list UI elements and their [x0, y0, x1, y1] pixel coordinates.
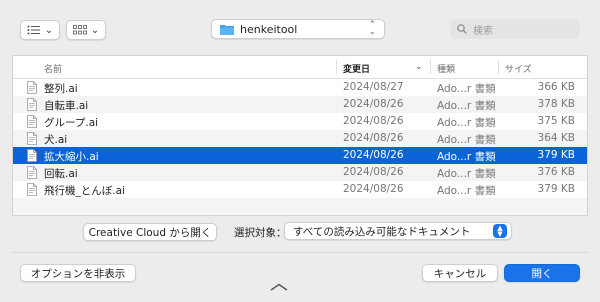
hide-options-button[interactable]: オプションを非表示 [20, 264, 136, 282]
file-name: 犬.ai [44, 134, 68, 146]
file-size: 364 KB [537, 132, 575, 144]
file-date: 2024/08/26 [343, 115, 404, 127]
chevron-down-icon: ⌄ [44, 24, 54, 36]
file-type: Ado...r 書類 [437, 100, 496, 112]
document-icon [27, 149, 37, 162]
file-date: 2024/08/26 [343, 166, 404, 178]
divider [12, 252, 588, 253]
file-row[interactable]: 回転.ai 2024/08/26 Ado...r 書類 376 KB [13, 164, 587, 181]
file-type: Ado...r 書類 [437, 151, 496, 163]
collapse-chevron-icon[interactable] [270, 283, 288, 291]
document-icon [27, 115, 37, 128]
file-date: 2024/08/27 [343, 81, 404, 93]
file-size: 378 KB [537, 98, 575, 110]
document-icon [27, 98, 37, 111]
file-row[interactable]: グループ.ai 2024/08/26 Ado...r 書類 375 KB [13, 113, 587, 130]
file-list-header: 名前 変更日 ⌄ 種類 サイズ [13, 56, 587, 79]
file-date: 2024/08/26 [343, 132, 404, 144]
file-name: 自転車.ai [44, 100, 89, 112]
file-type: Ado...r 書類 [437, 168, 496, 180]
folder-icon [220, 24, 234, 35]
location-name: henkeitool [240, 22, 298, 36]
document-icon [27, 183, 37, 196]
file-row[interactable]: 拡大縮小.ai 2024/08/26 Ado...r 書類 379 KB [13, 147, 587, 164]
file-row[interactable]: 自転車.ai 2024/08/26 Ado...r 書類 378 KB [13, 96, 587, 113]
updown-chevron-icon: ⌃ ⌄ [368, 20, 376, 37]
view-grid-button[interactable]: ⌄ [66, 20, 106, 40]
file-size: 379 KB [537, 149, 575, 161]
document-icon [27, 132, 37, 145]
file-row[interactable]: 整列.ai 2024/08/27 Ado...r 書類 366 KB [13, 79, 587, 96]
file-name: グループ.ai [44, 117, 99, 129]
file-type: Ado...r 書類 [437, 134, 496, 146]
document-icon [27, 81, 37, 94]
file-size: 375 KB [537, 115, 575, 127]
file-size: 379 KB [537, 183, 575, 195]
open-button[interactable]: 開く [504, 264, 580, 282]
open-from-creative-cloud-button[interactable]: Creative Cloud から開く [83, 223, 217, 241]
view-list-button[interactable]: ⌄ [20, 20, 60, 40]
updown-chevron-icon: ▲ ▼ [493, 224, 507, 238]
file-type: Ado...r 書類 [437, 185, 496, 197]
file-size: 366 KB [537, 81, 575, 93]
file-type: Ado...r 書類 [437, 117, 496, 129]
column-size[interactable]: サイズ [505, 62, 532, 75]
cancel-button[interactable]: キャンセル [422, 264, 498, 282]
search-field[interactable]: 検索 [450, 19, 580, 39]
file-type-value: すべての読み込み可能なドキュメント [293, 225, 471, 238]
grid-icon [72, 25, 87, 35]
file-rows: 整列.ai 2024/08/27 Ado...r 書類 366 KB 自転車.ai 202… [13, 79, 587, 215]
empty-row [13, 198, 587, 215]
search-icon [457, 24, 467, 34]
file-list[interactable]: 名前 変更日 ⌄ 種類 サイズ 整列.ai 2024/08/27 Ado...r 書… [12, 55, 588, 216]
file-name: 飛行機_とんぼ.ai [44, 185, 125, 197]
file-size: 376 KB [537, 166, 575, 178]
file-date: 2024/08/26 [343, 183, 404, 195]
file-date: 2024/08/26 [343, 98, 404, 110]
file-row[interactable]: 飛行機_とんぼ.ai 2024/08/26 Ado...r 書類 379 KB [13, 181, 587, 198]
chevron-down-icon: ⌄ [90, 24, 100, 36]
file-name: 回転.ai [44, 168, 78, 180]
file-date: 2024/08/26 [343, 149, 404, 161]
column-name[interactable]: 名前 [44, 62, 62, 75]
search-placeholder: 検索 [473, 25, 493, 37]
file-type: Ado...r 書類 [437, 83, 496, 95]
document-icon [27, 166, 37, 179]
filter-label: 選択対象： [234, 227, 287, 239]
file-type-select[interactable]: すべての読み込み可能なドキュメント ▲ ▼ [284, 222, 512, 240]
list-icon [27, 25, 40, 35]
file-name: 整列.ai [44, 83, 78, 95]
file-name: 拡大縮小.ai [44, 151, 99, 163]
column-date[interactable]: 変更日 [343, 62, 370, 75]
column-type[interactable]: 種類 [437, 62, 455, 75]
location-popup[interactable]: henkeitool ⌃ ⌄ [211, 19, 385, 39]
sort-descending-icon: ⌄ [415, 62, 423, 72]
file-row[interactable]: 犬.ai 2024/08/26 Ado...r 書類 364 KB [13, 130, 587, 147]
